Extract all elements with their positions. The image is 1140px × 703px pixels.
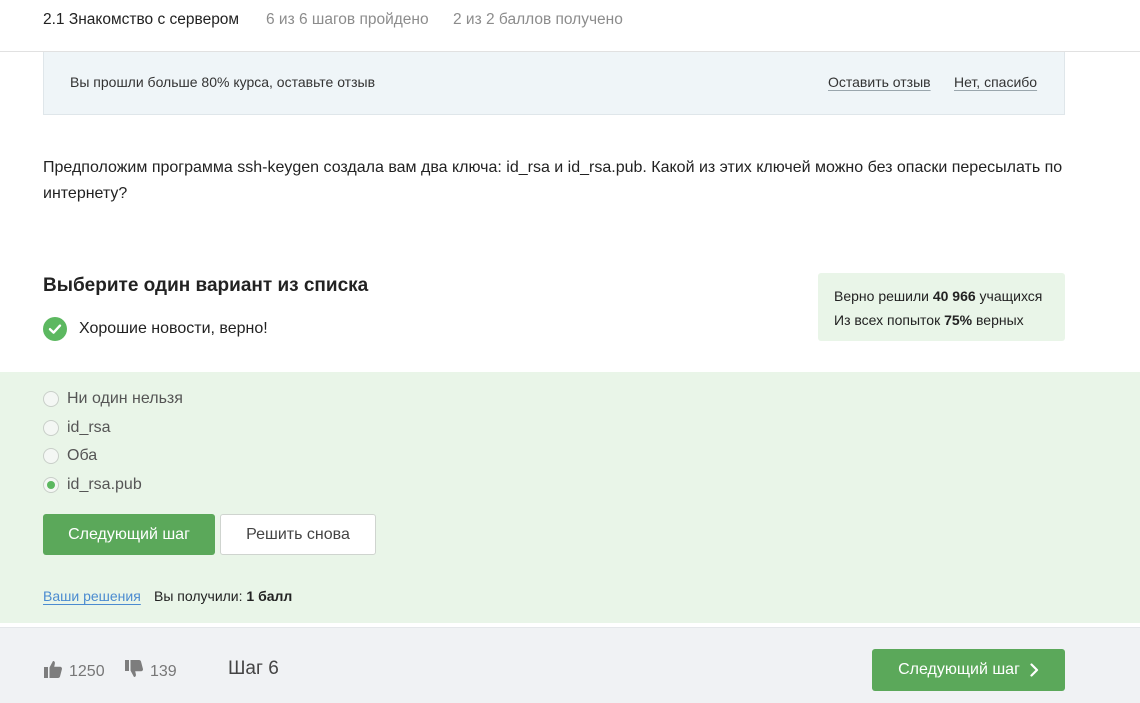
option-both[interactable]: Оба	[43, 446, 97, 466]
option-id-rsa[interactable]: id_rsa	[43, 418, 111, 438]
result-message-text: Хорошие новости, верно!	[79, 319, 268, 337]
attempts-percent: 75%	[944, 312, 973, 328]
feedback-banner: Вы прошли больше 80% курса, оставьте отз…	[43, 52, 1065, 115]
footer-next-label: Следующий шаг	[898, 661, 1020, 678]
radio-button[interactable]	[43, 420, 59, 436]
dismiss-feedback-link[interactable]: Нет, спасибо	[954, 74, 1037, 90]
option-label: id_rsa	[67, 419, 111, 436]
dislike-button[interactable]: 139	[124, 659, 177, 684]
step-label: Шаг 6	[228, 658, 279, 679]
likes-count: 1250	[69, 662, 105, 680]
retry-button[interactable]: Решить снова	[220, 514, 376, 555]
your-solutions-link[interactable]: Ваши решения	[43, 588, 141, 604]
answer-area: Ни один нельзя id_rsa Оба id_rsa.pub Сле…	[0, 372, 1140, 623]
radio-button[interactable]	[43, 448, 59, 464]
check-circle-icon	[43, 316, 67, 341]
radio-button[interactable]	[43, 391, 59, 407]
radio-button-selected[interactable]	[43, 477, 59, 493]
points-progress: 2 из 2 баллов получено	[453, 11, 623, 28]
steps-progress: 6 из 6 шагов пройдено	[266, 11, 429, 28]
solved-count: 40 966	[932, 288, 976, 304]
lesson-title[interactable]: 2.1 Знакомство с сервером	[43, 11, 239, 29]
dislikes-count: 139	[150, 662, 177, 680]
quiz-title: Выберите один вариант из списка	[43, 275, 369, 296]
solved-stat: Верно решили 40 966 учащихся	[834, 288, 1043, 304]
footer-next-step-button[interactable]: Следующий шаг	[872, 649, 1065, 691]
option-label: id_rsa.pub	[67, 476, 142, 493]
step-footer: 1250 139 Шаг 6 Следующий шаг	[0, 627, 1140, 703]
next-step-button[interactable]: Следующий шаг	[43, 514, 215, 555]
stats-box: Верно решили 40 966 учащихся Из всех поп…	[818, 273, 1065, 341]
leave-feedback-link[interactable]: Оставить отзыв	[828, 74, 931, 90]
like-button[interactable]: 1250	[43, 659, 105, 684]
thumbs-up-icon	[43, 659, 69, 684]
radio-selected-dot	[47, 481, 55, 489]
thumbs-down-icon	[124, 659, 150, 684]
option-label: Оба	[67, 447, 98, 464]
score-value: 1 балл	[246, 588, 293, 604]
score-text: Вы получили: 1 балл	[154, 588, 293, 604]
option-label: Ни один нельзя	[67, 390, 183, 407]
question-text: Предположим программа ssh-keygen создала…	[43, 159, 1063, 202]
option-id-rsa-pub[interactable]: id_rsa.pub	[43, 475, 142, 495]
attempts-stat: Из всех попыток 75% верных	[834, 312, 1024, 328]
lesson-header: 2.1 Знакомство с сервером 6 из 6 шагов п…	[0, 0, 1140, 52]
result-message: Хорошие новости, верно!	[43, 316, 268, 341]
feedback-banner-text: Вы прошли больше 80% курса, оставьте отз…	[70, 74, 376, 90]
chevron-right-icon	[1030, 663, 1039, 677]
option-none[interactable]: Ни один нельзя	[43, 389, 183, 409]
